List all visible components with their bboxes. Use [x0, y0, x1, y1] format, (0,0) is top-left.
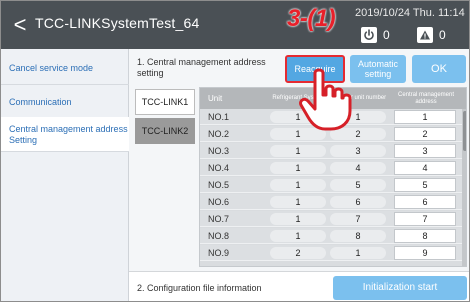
indoor-unit-cell: 4: [330, 162, 386, 174]
step-annotation: 3-(1): [287, 5, 336, 32]
table-scrollbar[interactable]: [462, 109, 466, 266]
indoor-unit-cell: 3: [330, 145, 386, 157]
address-input[interactable]: 2: [394, 127, 456, 141]
sidebar: Cancel service mode Communication Centra…: [1, 49, 129, 301]
table-row[interactable]: NO.4 1 4 4: [200, 160, 462, 176]
refrigerant-system-cell: 1: [270, 179, 326, 191]
address-input[interactable]: 8: [394, 229, 456, 243]
title-bar: < TCC-LINKSystemTest_64 2019/10/24 Thu. …: [1, 1, 469, 49]
indoor-unit-cell: 7: [330, 213, 386, 225]
power-count: 0: [383, 27, 390, 42]
unit-cell: NO.2: [208, 129, 230, 139]
unit-cell: NO.6: [208, 197, 230, 207]
address-input[interactable]: 3: [394, 144, 456, 158]
indoor-unit-cell: 5: [330, 179, 386, 191]
sidebar-item-cancel-service-mode[interactable]: Cancel service mode: [1, 63, 129, 74]
address-input[interactable]: 5: [394, 178, 456, 192]
configuration-file-section: 2. Configuration file information Initia…: [129, 271, 469, 301]
table-row[interactable]: NO.8 1 8 8: [200, 228, 462, 244]
refrigerant-system-cell: 2: [270, 247, 326, 259]
divider: [1, 84, 129, 85]
address-input[interactable]: 6: [394, 195, 456, 209]
unit-cell: NO.3: [208, 146, 230, 156]
ok-button[interactable]: OK: [412, 55, 466, 83]
address-input[interactable]: 1: [394, 110, 456, 124]
unit-cell: NO.8: [208, 231, 230, 241]
address-input[interactable]: 7: [394, 212, 456, 226]
warning-icon: [417, 26, 433, 43]
unit-cell: NO.7: [208, 214, 230, 224]
divider: [1, 151, 129, 152]
indoor-unit-cell: 8: [330, 230, 386, 242]
tab-tcc-link2[interactable]: TCC-LINK2: [135, 118, 195, 144]
back-arrow-icon: <: [13, 12, 27, 37]
page-title: TCC-LINKSystemTest_64: [35, 15, 200, 31]
column-header-central-address: Central management address: [397, 91, 455, 105]
column-header-unit: Unit: [208, 94, 223, 103]
refrigerant-system-cell: 1: [270, 145, 326, 157]
refrigerant-system-cell: 1: [270, 196, 326, 208]
back-button[interactable]: <: [9, 11, 31, 39]
scrollbar-thumb[interactable]: [463, 111, 466, 151]
sidebar-item-central-management-address-setting[interactable]: Central management address Setting: [1, 117, 129, 151]
table-row[interactable]: NO.6 1 6 6: [200, 194, 462, 210]
refrigerant-system-cell: 1: [270, 213, 326, 225]
refrigerant-system-cell: 1: [270, 230, 326, 242]
app-window: < TCC-LINKSystemTest_64 2019/10/24 Thu. …: [0, 0, 470, 302]
address-input[interactable]: 4: [394, 161, 456, 175]
address-input[interactable]: 9: [394, 246, 456, 260]
pointing-hand-icon: [299, 68, 352, 131]
unit-cell: NO.4: [208, 163, 230, 173]
power-icon: [361, 26, 377, 43]
automatic-setting-button[interactable]: Automatic setting: [350, 55, 406, 83]
table-row[interactable]: NO.7 1 7 7: [200, 211, 462, 227]
tab-tcc-link1[interactable]: TCC-LINK1: [135, 89, 195, 115]
refrigerant-system-cell: 1: [270, 162, 326, 174]
warning-count: 0: [439, 27, 446, 42]
initialization-start-button[interactable]: Initialization start: [333, 276, 467, 300]
power-status[interactable]: 0: [361, 26, 390, 43]
table-row[interactable]: NO.9 2 1 9: [200, 245, 462, 261]
unit-cell: NO.1: [208, 112, 230, 122]
unit-cell: NO.9: [208, 248, 230, 258]
warning-status[interactable]: 0: [417, 26, 446, 43]
table-row[interactable]: NO.5 1 5 5: [200, 177, 462, 193]
indoor-unit-cell: 6: [330, 196, 386, 208]
section-title-address-setting: 1. Central management address setting: [137, 57, 266, 78]
table-row[interactable]: NO.3 1 3 3: [200, 143, 462, 159]
sidebar-item-communication[interactable]: Communication: [1, 97, 129, 108]
unit-cell: NO.5: [208, 180, 230, 190]
section-title-configuration-file: 2. Configuration file information: [137, 283, 262, 293]
datetime: 2019/10/24 Thu. 11:14: [355, 7, 465, 19]
indoor-unit-cell: 1: [330, 247, 386, 259]
